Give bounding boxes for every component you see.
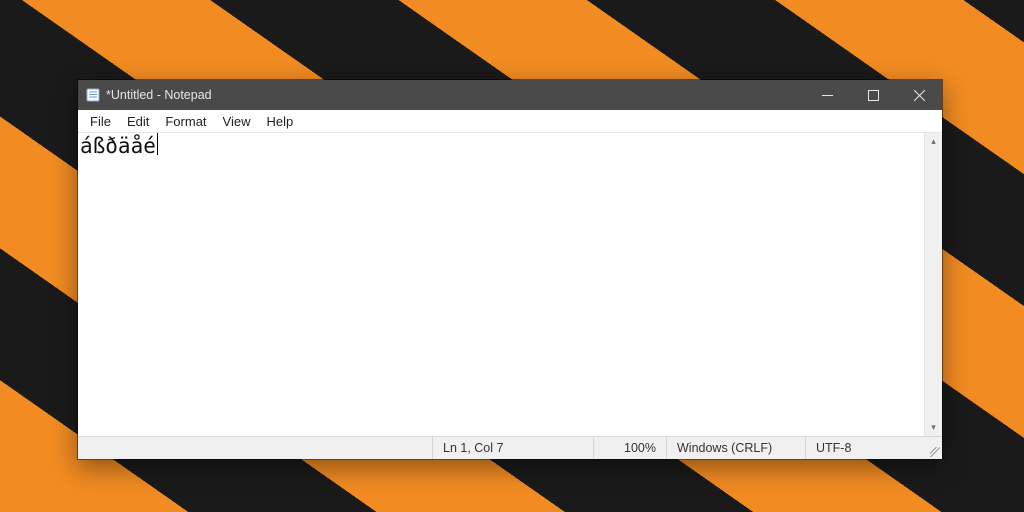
- vertical-scrollbar[interactable]: ▴ ▾: [924, 133, 942, 436]
- text-area[interactable]: áßðäåé: [78, 133, 924, 436]
- status-position: Ln 1, Col 7: [433, 437, 594, 459]
- status-bar: Ln 1, Col 7 100% Windows (CRLF) UTF-8: [78, 436, 942, 459]
- notepad-icon: [86, 88, 100, 102]
- menu-edit[interactable]: Edit: [119, 112, 157, 131]
- text-content: áßðäåé: [80, 134, 156, 158]
- status-zoom: 100%: [594, 437, 667, 459]
- scroll-up-icon[interactable]: ▴: [925, 133, 942, 150]
- resize-grip[interactable]: [926, 437, 942, 459]
- client-area: áßðäåé ▴ ▾: [78, 133, 942, 436]
- menu-format[interactable]: Format: [157, 112, 214, 131]
- title-bar[interactable]: *Untitled - Notepad: [78, 80, 942, 110]
- menu-bar: File Edit Format View Help: [78, 110, 942, 133]
- menu-view[interactable]: View: [215, 112, 259, 131]
- notepad-window: *Untitled - Notepad File Edit Format Vie…: [77, 79, 943, 460]
- window-title: *Untitled - Notepad: [106, 88, 212, 102]
- scroll-down-icon[interactable]: ▾: [925, 419, 942, 436]
- status-encoding: UTF-8: [806, 437, 926, 459]
- close-button[interactable]: [896, 80, 942, 110]
- text-caret: [157, 133, 158, 155]
- status-eol: Windows (CRLF): [667, 437, 806, 459]
- menu-help[interactable]: Help: [258, 112, 301, 131]
- minimize-button[interactable]: [804, 80, 850, 110]
- maximize-button[interactable]: [850, 80, 896, 110]
- menu-file[interactable]: File: [82, 112, 119, 131]
